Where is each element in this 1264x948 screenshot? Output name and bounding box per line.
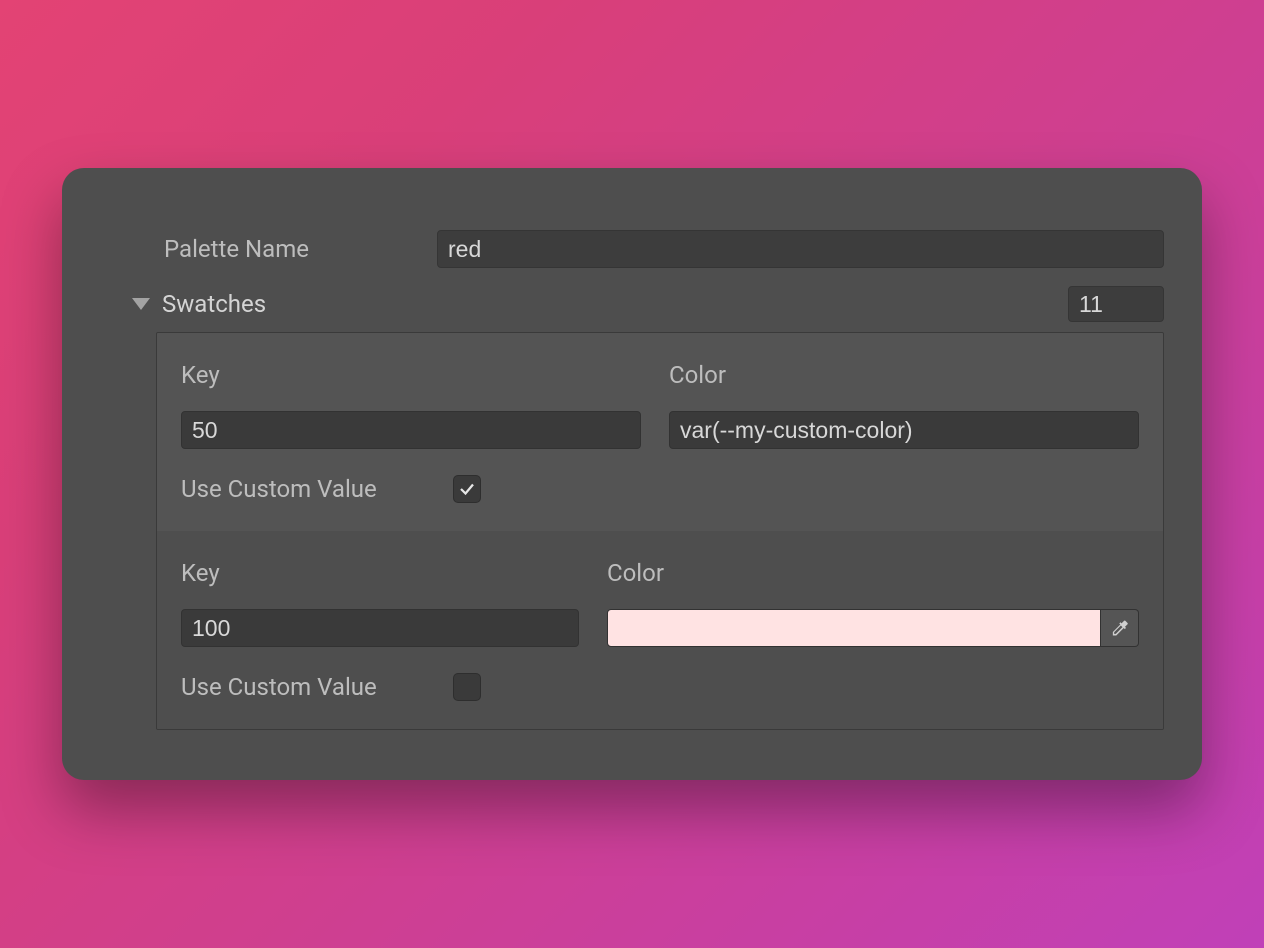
use-custom-value-checkbox[interactable] — [453, 475, 481, 503]
checkmark-icon — [458, 480, 476, 498]
color-column: Color — [669, 361, 1139, 449]
use-custom-value-label: Use Custom Value — [181, 673, 453, 701]
key-label: Key — [181, 559, 579, 587]
use-custom-value-checkbox[interactable] — [453, 673, 481, 701]
inspector-panel: Palette Name Swatches Key Color Use Cust… — [62, 168, 1202, 780]
color-text-input[interactable] — [669, 411, 1139, 449]
key-column: Key — [181, 361, 641, 449]
swatch-item: Key Color Use Custom Value — [157, 531, 1163, 729]
use-custom-row: Use Custom Value — [181, 475, 1139, 503]
swatches-count-input[interactable] — [1068, 286, 1164, 322]
swatch-fields-row: Key Color — [181, 361, 1139, 449]
color-picker-row — [607, 609, 1139, 647]
key-input[interactable] — [181, 609, 579, 647]
swatch-fields-row: Key Color — [181, 559, 1139, 647]
eyedropper-icon — [1110, 618, 1130, 638]
swatches-header-row: Swatches — [100, 286, 1164, 322]
palette-name-input[interactable] — [437, 230, 1164, 268]
swatch-item: Key Color Use Custom Value — [157, 333, 1163, 531]
swatches-list: Key Color Use Custom Value Key — [156, 332, 1164, 730]
collapse-triangle-icon[interactable] — [132, 298, 150, 310]
color-label: Color — [669, 361, 1139, 389]
use-custom-value-label: Use Custom Value — [181, 475, 453, 503]
color-label: Color — [607, 559, 1139, 587]
eyedropper-button[interactable] — [1101, 609, 1139, 647]
color-column: Color — [607, 559, 1139, 647]
key-label: Key — [181, 361, 641, 389]
swatches-label: Swatches — [162, 290, 1068, 318]
key-column: Key — [181, 559, 579, 647]
key-input[interactable] — [181, 411, 641, 449]
use-custom-row: Use Custom Value — [181, 673, 1139, 701]
color-swatch-preview[interactable] — [607, 609, 1101, 647]
palette-name-row: Palette Name — [100, 230, 1164, 268]
palette-name-label: Palette Name — [164, 235, 437, 263]
